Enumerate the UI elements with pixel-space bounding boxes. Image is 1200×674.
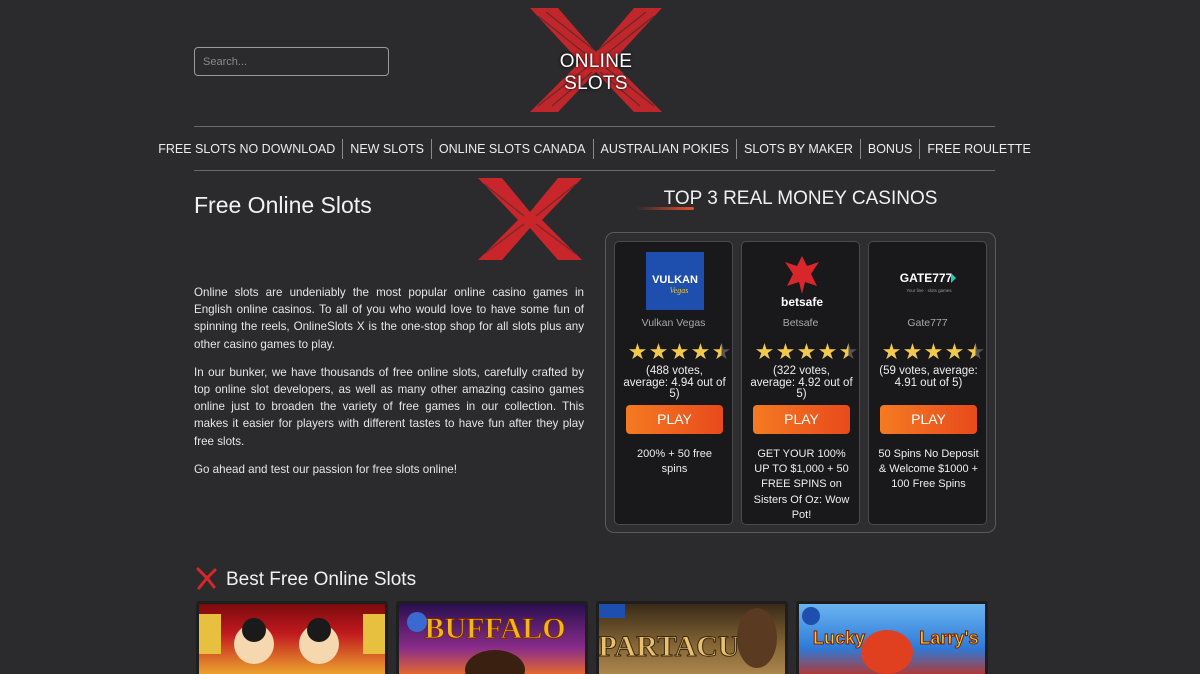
casino-card-vulkan-vegas: VULKAN Vegas Vulkan Vegas ★ ★ ★ ★ ★ (488 vot… xyxy=(614,241,733,525)
half-star-icon: ★ xyxy=(838,339,859,364)
svg-text:betsafe: betsafe xyxy=(781,295,823,309)
bonus-text: 50 Spins No Deposit & Welcome $1000 + 10… xyxy=(878,448,979,491)
betsafe-logo-icon[interactable]: betsafe xyxy=(773,252,831,310)
casino-card-gate777: GATE777 Your line · slots games Gate777 … xyxy=(868,241,987,525)
half-star-icon: ★ xyxy=(965,339,986,364)
star-icon: ★ xyxy=(754,339,775,364)
rating-stars: ★ ★ ★ ★ ★ xyxy=(881,341,986,363)
nav-new-slots[interactable]: NEW SLOTS xyxy=(342,138,431,159)
svg-text:Vegas: Vegas xyxy=(670,286,689,295)
slot-thumb-lucky-larrys-lobstermania[interactable]: Lucky Larry's xyxy=(796,601,988,674)
star-icon: ★ xyxy=(669,339,690,364)
gate777-logo-icon[interactable]: GATE777 Your line · slots games xyxy=(900,252,958,310)
rating-stars: ★ ★ ★ ★ ★ xyxy=(627,341,732,363)
casino-card-betsafe: betsafe Betsafe ★ ★ ★ ★ ★ (322 votes, averag… xyxy=(741,241,860,525)
intro-paragraph: Go ahead and test our passion for free s… xyxy=(194,462,457,476)
star-icon: ★ xyxy=(775,339,796,364)
slot-thumb-88-fortunes[interactable] xyxy=(196,601,388,674)
page-title: Free Online Slots xyxy=(194,192,372,218)
logo-text: ONLINE SLOTS xyxy=(559,51,633,94)
site-header: ONLINE SLOTS xyxy=(0,0,1200,126)
star-icon: ★ xyxy=(902,339,923,364)
play-button[interactable]: PLAY xyxy=(753,405,850,434)
nav-bonus[interactable]: BONUS xyxy=(859,138,919,159)
top-casinos-panel: VULKAN Vegas Vulkan Vegas ★ ★ ★ ★ ★ (488 vot… xyxy=(605,232,996,533)
best-slots-heading: Best Free Online Slots xyxy=(226,569,417,590)
nav-free-roulette[interactable]: FREE ROULETTE xyxy=(919,138,1038,159)
site-logo[interactable]: ONLINE SLOTS xyxy=(528,6,664,114)
svg-text:BUFFALO: BUFFALO xyxy=(424,612,565,645)
decorative-x-icon xyxy=(478,178,582,260)
intro-paragraph: Online slots are undeniably the most pop… xyxy=(194,286,584,351)
rating-votes: (59 votes, average: 4.91 out of 5) xyxy=(879,365,978,389)
slot-thumb-buffalo[interactable]: BUFFALO xyxy=(396,601,588,674)
spartacus-art-icon: SPARTACUS xyxy=(599,604,777,668)
star-icon: ★ xyxy=(817,339,838,364)
top3-heading: TOP 3 REAL MONEY CASINOS xyxy=(606,188,995,210)
star-icon: ★ xyxy=(648,339,669,364)
half-star-icon: ★ xyxy=(711,339,732,364)
vulkan-vegas-logo-icon[interactable]: VULKAN Vegas xyxy=(646,252,704,310)
intro-text: Online slots are undeniably the most pop… xyxy=(194,284,584,489)
rating-votes: (322 votes, average: 4.92 out of 5) xyxy=(750,365,853,400)
slot-thumb-spartacus[interactable]: SPARTACUS xyxy=(596,601,788,674)
casino-name: Vulkan Vegas xyxy=(641,317,706,329)
casino-name: Betsafe xyxy=(782,317,819,329)
main-nav: FREE SLOTS NO DOWNLOAD NEW SLOTS ONLINE … xyxy=(158,126,1031,171)
svg-text:Your line · slots games: Your line · slots games xyxy=(906,288,952,293)
search-input[interactable] xyxy=(194,47,389,76)
nav-free-slots-no-download[interactable]: FREE SLOTS NO DOWNLOAD xyxy=(151,139,342,159)
section-x-icon xyxy=(196,567,217,590)
title-swoosh xyxy=(636,207,694,210)
rating-stars: ★ ★ ★ ★ ★ xyxy=(754,341,859,363)
bonus-text: GET YOUR 100% UP TO $1,000 + 50 FREE SPI… xyxy=(753,448,850,521)
slot-thumbnails: BUFFALO SPARTACUS Lucky Larry's xyxy=(196,601,996,674)
svg-text:Lucky: Lucky xyxy=(813,628,865,648)
intro-paragraph: In our bunker, we have thousands of free… xyxy=(194,365,584,448)
play-button[interactable]: PLAY xyxy=(626,405,723,434)
play-button[interactable]: PLAY xyxy=(880,405,977,434)
nav-slots-by-maker[interactable]: SLOTS BY MAKER xyxy=(736,138,860,159)
buffalo-art-icon: BUFFALO xyxy=(407,612,566,674)
casino-name: Gate777 xyxy=(907,317,948,329)
star-icon: ★ xyxy=(796,339,817,364)
svg-text:GATE777: GATE777 xyxy=(900,271,953,285)
svg-text:VULKAN: VULKAN xyxy=(652,274,698,286)
top3-title-text: TOP 3 REAL MONEY CASINOS xyxy=(663,188,938,209)
rating-votes: (488 votes, average: 4.94 out of 5) xyxy=(623,365,726,400)
88-fortunes-art-icon xyxy=(199,614,385,664)
svg-text:SPARTACUS: SPARTACUS xyxy=(599,630,756,663)
star-icon: ★ xyxy=(690,339,711,364)
star-icon: ★ xyxy=(881,339,902,364)
lobstermania-art-icon: Lucky Larry's xyxy=(802,607,979,674)
bonus-text: 200% + 50 free spins xyxy=(637,448,712,476)
nav-online-slots-canada[interactable]: ONLINE SLOTS CANADA xyxy=(430,138,593,159)
star-icon: ★ xyxy=(944,339,965,364)
star-icon: ★ xyxy=(627,339,648,364)
svg-text:Larry's: Larry's xyxy=(919,628,978,648)
nav-australian-pokies[interactable]: AUSTRALIAN POKIES xyxy=(592,138,737,159)
star-icon: ★ xyxy=(923,339,944,364)
